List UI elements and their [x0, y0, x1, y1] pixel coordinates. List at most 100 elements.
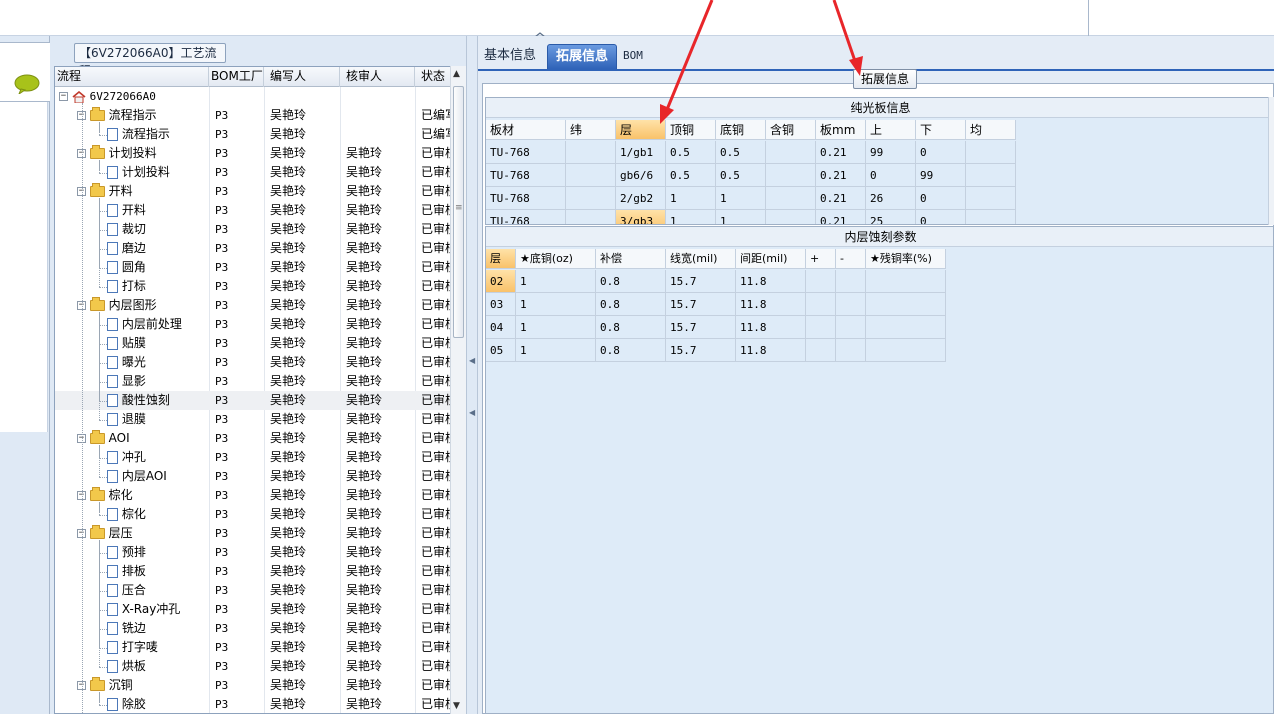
etching-cell[interactable]: [806, 270, 836, 293]
etching-cell[interactable]: 0.8: [596, 316, 666, 339]
laminate-col-header[interactable]: 板mm: [816, 120, 866, 140]
etching-cell[interactable]: [866, 270, 946, 293]
laminate-cell[interactable]: 0: [916, 141, 966, 164]
tree-node[interactable]: − 内层图形: [77, 296, 209, 315]
tree-node[interactable]: 排板: [107, 562, 209, 581]
etching-param-grid[interactable]: 内层蚀刻参数 层 ★底铜(oz) 补偿 线宽(mil) 间距(mil) + - ★残铜率(%)…: [485, 226, 1274, 714]
laminate-cell[interactable]: 1/gb1: [616, 141, 666, 164]
laminate-cell[interactable]: TU-768: [486, 164, 566, 187]
table-row[interactable]: 酸性蚀刻 P3 吴艳玲 吴艳玲 已审核: [55, 391, 465, 410]
laminate-cell[interactable]: 1: [666, 210, 716, 224]
etching-col-header[interactable]: 层: [486, 249, 516, 269]
laminate-info-grid[interactable]: 纯光板信息 板材纬层顶铜 底铜 含铜 板mm 上下均 TU-768 1/gb1 0.5 0.5 0…: [485, 97, 1274, 225]
tree-node[interactable]: 计划投料: [107, 163, 209, 182]
etching-cell[interactable]: 15.7: [666, 339, 736, 362]
etching-cell[interactable]: [836, 293, 866, 316]
table-row[interactable]: − 计划投料 P3 吴艳玲 吴艳玲 已审核: [55, 144, 465, 163]
table-row[interactable]: 预排 P3 吴艳玲 吴艳玲 已审核: [55, 543, 465, 562]
etching-cell[interactable]: 03: [486, 293, 516, 316]
tree-node[interactable]: 流程指示: [107, 125, 209, 144]
table-row[interactable]: 棕化 P3 吴艳玲 吴艳玲 已审核: [55, 505, 465, 524]
laminate-col-header[interactable]: 层: [616, 120, 666, 140]
table-row[interactable]: 裁切 P3 吴艳玲 吴艳玲 已审核: [55, 220, 465, 239]
laminate-cell[interactable]: 3/gb3: [616, 210, 666, 224]
laminate-cell[interactable]: [966, 141, 1016, 164]
laminate-cell[interactable]: 0: [866, 164, 916, 187]
table-row[interactable]: − 开料 P3 吴艳玲 吴艳玲 已审核: [55, 182, 465, 201]
table-row[interactable]: 流程指示 P3 吴艳玲 已编写: [55, 125, 465, 144]
process-table-scrollbar[interactable]: ▲ ≡ ▼: [450, 66, 466, 714]
table-row[interactable]: 磨边 P3 吴艳玲 吴艳玲 已审核: [55, 239, 465, 258]
table-row[interactable]: 退膜 P3 吴艳玲 吴艳玲 已审核: [55, 410, 465, 429]
laminate-col-header[interactable]: 板材: [486, 120, 566, 140]
laminate-cell[interactable]: [766, 164, 816, 187]
tree-node[interactable]: 打字唛: [107, 638, 209, 657]
tree-expander-icon[interactable]: −: [59, 92, 68, 101]
laminate-cell[interactable]: [566, 210, 616, 224]
laminate-cell[interactable]: 25: [866, 210, 916, 224]
table-row[interactable]: X-Ray冲孔 P3 吴艳玲 吴艳玲 已审核: [55, 600, 465, 619]
tree-node[interactable]: 内层前处理: [107, 315, 209, 334]
laminate-cell[interactable]: 1: [716, 210, 766, 224]
tree-node[interactable]: 开料: [107, 201, 209, 220]
etching-cell[interactable]: [866, 316, 946, 339]
etching-col-header[interactable]: +: [806, 249, 836, 269]
tree-node[interactable]: − 计划投料: [77, 144, 209, 163]
laminate-cell[interactable]: [566, 164, 616, 187]
etching-col-header[interactable]: -: [836, 249, 866, 269]
laminate-col-header[interactable]: 纬: [566, 120, 616, 140]
laminate-cell[interactable]: 0.5: [666, 141, 716, 164]
tree-node[interactable]: − 棕化: [77, 486, 209, 505]
table-row[interactable]: 打标 P3 吴艳玲 吴艳玲 已审核: [55, 277, 465, 296]
etching-cell[interactable]: 11.8: [736, 270, 806, 293]
tree-node[interactable]: − 层压: [77, 524, 209, 543]
table-row[interactable]: − 棕化 P3 吴艳玲 吴艳玲 已审核: [55, 486, 465, 505]
tree-node[interactable]: 除胶: [107, 695, 209, 713]
table-row[interactable]: 烘板 P3 吴艳玲 吴艳玲 已审核: [55, 657, 465, 676]
tree-node[interactable]: − 沉铜: [77, 676, 209, 695]
laminate-grid-scrollbar[interactable]: [1268, 97, 1274, 225]
tree-node[interactable]: 冲孔: [107, 448, 209, 467]
etching-cell[interactable]: [866, 339, 946, 362]
laminate-col-header[interactable]: 含铜: [766, 120, 816, 140]
etching-cell[interactable]: 02: [486, 270, 516, 293]
etching-cell[interactable]: [806, 293, 836, 316]
table-row[interactable]: − 内层图形 P3 吴艳玲 吴艳玲 已审核: [55, 296, 465, 315]
tab-basic-info[interactable]: 基本信息: [476, 44, 544, 70]
table-row[interactable]: 打字唛 P3 吴艳玲 吴艳玲 已审核: [55, 638, 465, 657]
laminate-cell[interactable]: TU-768: [486, 141, 566, 164]
laminate-cell[interactable]: 0.5: [716, 141, 766, 164]
table-row[interactable]: 压合 P3 吴艳玲 吴艳玲 已审核: [55, 581, 465, 600]
laminate-cell[interactable]: [766, 210, 816, 224]
table-row[interactable]: − 流程指示 P3 吴艳玲 已编写: [55, 106, 465, 125]
table-row[interactable]: 曝光 P3 吴艳玲 吴艳玲 已审核: [55, 353, 465, 372]
tree-node[interactable]: 退膜: [107, 410, 209, 429]
tree-node[interactable]: 内层AOI: [107, 467, 209, 486]
etching-cell[interactable]: 11.8: [736, 316, 806, 339]
tree-node[interactable]: 压合: [107, 581, 209, 600]
etching-cell[interactable]: [836, 316, 866, 339]
col-header-process[interactable]: 流程: [55, 67, 209, 87]
laminate-cell[interactable]: [966, 210, 1016, 224]
etching-cell[interactable]: 1: [516, 293, 596, 316]
etching-cell[interactable]: 1: [516, 316, 596, 339]
tree-node[interactable]: − AOI: [77, 429, 209, 448]
table-row[interactable]: 开料 P3 吴艳玲 吴艳玲 已审核: [55, 201, 465, 220]
etching-col-header[interactable]: 补偿: [596, 249, 666, 269]
laminate-cell[interactable]: [966, 164, 1016, 187]
table-row[interactable]: 圆角 P3 吴艳玲 吴艳玲 已审核: [55, 258, 465, 277]
laminate-cell[interactable]: TU-768: [486, 187, 566, 210]
laminate-cell[interactable]: 0.21: [816, 187, 866, 210]
tree-node[interactable]: X-Ray冲孔: [107, 600, 209, 619]
tree-node[interactable]: 贴膜: [107, 334, 209, 353]
etching-cell[interactable]: 0.8: [596, 270, 666, 293]
etching-cell[interactable]: [866, 293, 946, 316]
etching-cell[interactable]: 0.8: [596, 339, 666, 362]
tree-node[interactable]: − 流程指示: [77, 106, 209, 125]
etching-cell[interactable]: [806, 316, 836, 339]
table-row[interactable]: 铣边 P3 吴艳玲 吴艳玲 已审核: [55, 619, 465, 638]
etching-cell[interactable]: 0.8: [596, 293, 666, 316]
table-row[interactable]: − AOI P3 吴艳玲 吴艳玲 已审核: [55, 429, 465, 448]
tab-bom[interactable]: BOM: [615, 44, 651, 70]
laminate-col-header[interactable]: 均: [966, 120, 1016, 140]
